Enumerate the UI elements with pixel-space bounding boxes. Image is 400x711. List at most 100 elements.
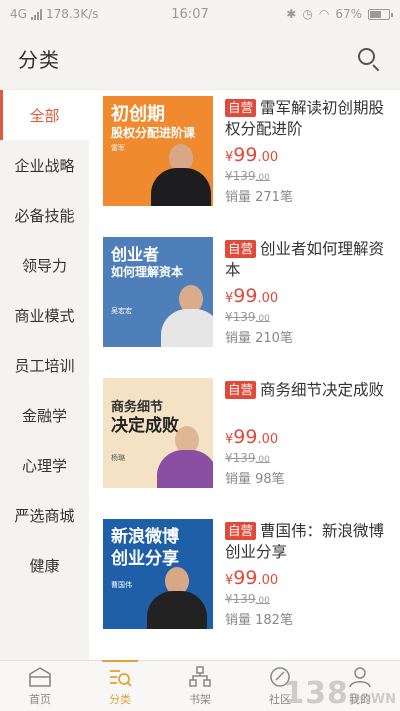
price-integer: 99 (233, 567, 258, 589)
tab-home[interactable]: 首页 (0, 661, 80, 711)
bluetooth-icon: ✱ (286, 7, 297, 21)
sidebar-item-strategy[interactable]: 企业战略 (0, 140, 89, 190)
original-price-decimal: .00 (255, 314, 270, 324)
network-speed: 178.3K/s (45, 7, 99, 21)
product-cover: 新浪微博 创业分享 曹国伟 (103, 519, 213, 629)
battery-icon (368, 8, 393, 20)
self-run-badge: 自营 (225, 240, 257, 258)
speaker-photo (151, 144, 211, 206)
original-price-integer: ¥139 (225, 451, 256, 465)
cover-subtitle: 如何理解资本 (111, 265, 184, 279)
sidebar-item-health[interactable]: 健康 (0, 540, 89, 590)
alarm-icon: ◷ (302, 7, 313, 21)
product-price: ¥99.00 (225, 567, 393, 589)
sidebar-item-store[interactable]: 严选商城 (0, 490, 89, 540)
product-price: ¥99.00 (225, 144, 393, 166)
page-title: 分类 (18, 48, 60, 72)
sidebar-item-label: 金融学 (21, 406, 67, 425)
category-icon (110, 670, 132, 687)
price-integer: 99 (233, 285, 258, 307)
tab-bookshelf[interactable]: 书架 (160, 661, 240, 711)
cover-subtitle: 股权分配进阶课 (111, 126, 196, 140)
sidebar-item-label: 健康 (29, 556, 60, 575)
product-title: 自营 商务细节决定成败 (225, 380, 393, 422)
app-header: 分类 (0, 28, 400, 90)
product-cover: 初创期 股权分配进阶课 雷军 (103, 96, 213, 206)
sidebar-item-label: 领导力 (21, 256, 67, 275)
price-decimal: .00 (257, 573, 279, 588)
original-price: ¥139.00 (225, 592, 393, 606)
cover-title: 创业者 (111, 245, 160, 264)
price-decimal: .00 (257, 291, 279, 306)
product-title-text: 商务细节决定成败 (260, 381, 385, 399)
price-integer: 99 (233, 144, 258, 166)
battery-percent: 67% (335, 7, 362, 21)
product-info: 自营 创业者如何理解资本 ¥99.00 ¥139.00 销量 210笔 (213, 237, 393, 352)
community-icon (270, 667, 290, 687)
original-price-integer: ¥139 (225, 310, 256, 324)
sidebar-item-psychology[interactable]: 心理学 (0, 440, 89, 490)
cover-title: 初创期 (111, 104, 165, 125)
cover-caption: 雷军 (111, 144, 125, 152)
product-info: 自营 曹国伟：新浪微博创业分享 ¥99.00 ¥139.00 销量 182笔 (213, 519, 393, 634)
product-card[interactable]: 商务细节 决定成败 杨璐 自营 商务细节决定成败 ¥99.00 ¥139.00 销… (103, 378, 393, 493)
product-cover: 商务细节 决定成败 杨璐 (103, 378, 213, 488)
self-run-badge: 自营 (225, 381, 257, 399)
original-price-integer: ¥139 (225, 592, 256, 606)
tab-label: 社区 (269, 693, 291, 706)
original-price-decimal: .00 (255, 596, 270, 606)
bookshelf-icon (189, 666, 211, 687)
product-title: 自营 创业者如何理解资本 (225, 239, 393, 281)
product-title: 自营 雷军解读初创期股权分配进阶 (225, 98, 393, 140)
product-card[interactable]: 创业者 如何理解资本 吴宏宏 自营 创业者如何理解资本 ¥99.00 ¥139.0… (103, 237, 393, 352)
product-card[interactable]: 初创期 股权分配进阶课 雷军 自营 雷军解读初创期股权分配进阶 ¥99.00 ¥1… (103, 96, 393, 211)
cover-caption: 杨璐 (111, 454, 125, 462)
status-bar: 4G 178.3K/s 16:07 ✱ ◷ ◠ 67% (0, 0, 400, 28)
original-price-integer: ¥139 (225, 169, 256, 183)
sidebar-item-business-model[interactable]: 商业模式 (0, 290, 89, 340)
home-icon (29, 667, 51, 687)
clock: 16:07 (171, 6, 209, 22)
search-icon[interactable] (356, 46, 382, 72)
wifi-icon: ◠ (318, 7, 330, 21)
sidebar-item-label: 严选商城 (14, 506, 75, 525)
price-integer: 99 (233, 426, 258, 448)
self-run-badge: 自营 (225, 99, 257, 117)
sidebar-item-skills[interactable]: 必备技能 (0, 190, 89, 240)
product-price: ¥99.00 (225, 285, 393, 307)
product-price: ¥99.00 (225, 426, 393, 448)
sidebar-item-leadership[interactable]: 领导力 (0, 240, 89, 290)
sidebar-item-label: 员工培训 (14, 356, 75, 375)
cover-title: 新浪微博 (111, 527, 179, 547)
tab-profile[interactable]: 我的 (320, 661, 400, 711)
cover-title: 商务细节 (111, 400, 164, 415)
sidebar-item-training[interactable]: 员工培训 (0, 340, 89, 390)
speaker-photo (157, 426, 213, 488)
speaker-photo (161, 285, 213, 347)
sidebar-item-label: 商业模式 (14, 306, 75, 325)
sidebar-item-label: 心理学 (21, 456, 67, 475)
price-decimal: .00 (257, 150, 279, 165)
tab-label: 首页 (29, 693, 51, 706)
tab-label: 我的 (349, 693, 371, 706)
profile-icon (349, 667, 371, 688)
sidebar-item-label: 全部 (29, 106, 60, 125)
sidebar-item-finance[interactable]: 金融学 (0, 390, 89, 440)
sidebar-item-all[interactable]: 全部 (0, 90, 89, 140)
product-info: 自营 雷军解读初创期股权分配进阶 ¥99.00 ¥139.00 销量 271笔 (213, 96, 393, 211)
tab-community[interactable]: 社区 (240, 661, 320, 711)
original-price: ¥139.00 (225, 310, 393, 324)
price-decimal: .00 (257, 432, 279, 447)
cover-caption: 曹国伟 (111, 581, 132, 589)
original-price: ¥139.00 (225, 169, 393, 183)
sales-count: 销量 182笔 (225, 613, 293, 628)
tab-category[interactable]: 分类 (80, 660, 160, 711)
product-info: 自营 商务细节决定成败 ¥99.00 ¥139.00 销量 98笔 (213, 378, 393, 493)
sales-count: 销量 271笔 (225, 190, 293, 205)
sales-count: 销量 98笔 (225, 472, 285, 487)
product-card[interactable]: 新浪微博 创业分享 曹国伟 自营 曹国伟：新浪微博创业分享 ¥99.00 ¥139… (103, 519, 393, 634)
speaker-photo (147, 567, 207, 629)
original-price-decimal: .00 (255, 173, 270, 183)
signal-icon (30, 8, 42, 20)
network-type: 4G (10, 7, 27, 21)
